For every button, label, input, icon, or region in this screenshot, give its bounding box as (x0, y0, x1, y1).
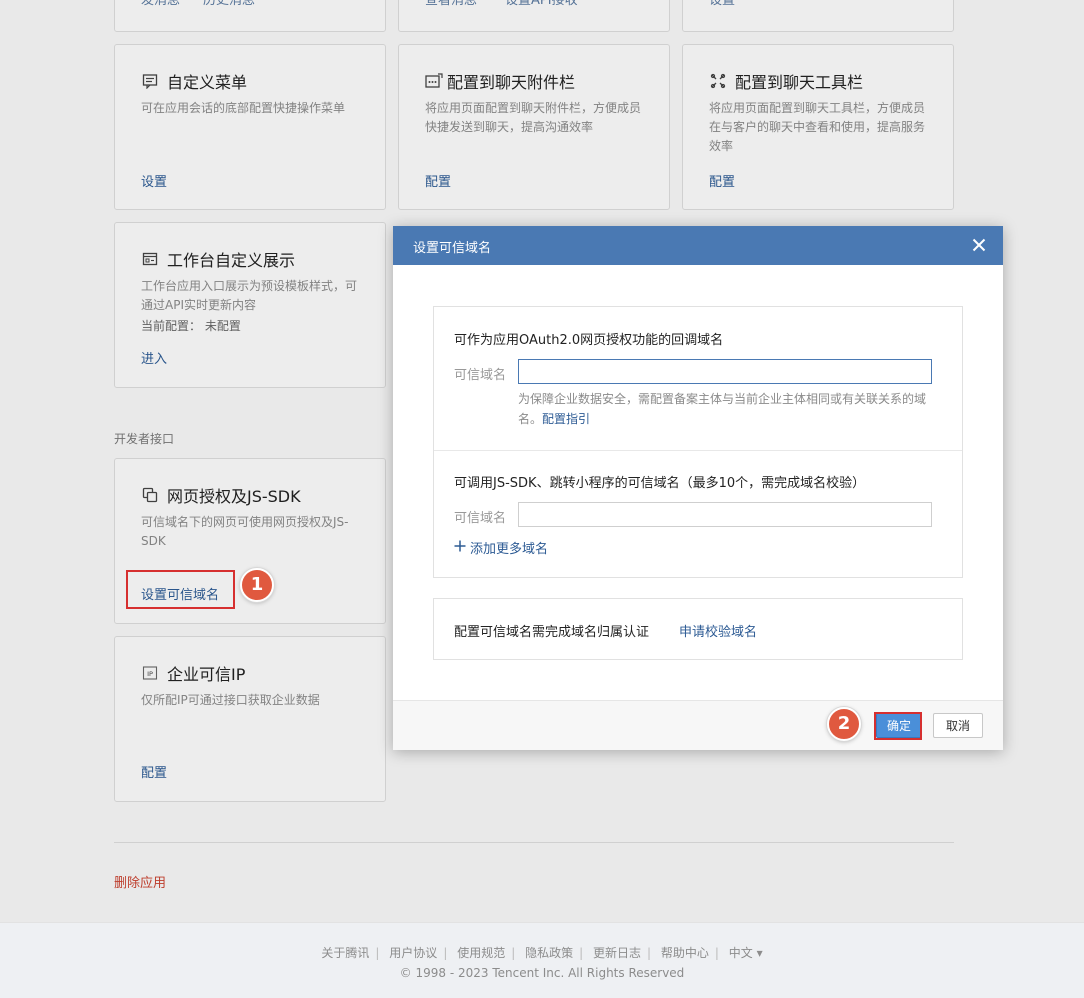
add-more-domain-button[interactable]: 添加更多域名 (454, 538, 548, 557)
domain-verify-panel: 配置可信域名需完成域名归属认证 申请校验域名 (433, 598, 963, 660)
footer-link-help[interactable]: 帮助中心 (661, 946, 709, 960)
annotation-highlight-2 (874, 712, 922, 740)
oauth-domain-label: 可信域名 (454, 368, 507, 383)
annotation-highlight-1 (126, 570, 235, 609)
copyright: © 1998 - 2023 Tencent Inc. All Rights Re… (399, 966, 685, 980)
jssdk-section-title: 可调用JS-SDK、跳转小程序的可信域名（最多10个，需完成域名校验） (454, 476, 866, 491)
trusted-domain-dialog: 设置可信域名 可作为应用OAuth2.0网页授权功能的回调域名 可信域名 为保障… (393, 226, 1003, 750)
footer-sep: | (646, 946, 652, 960)
jssdk-domain-input[interactable] (518, 502, 932, 527)
domain-config-panel: 可作为应用OAuth2.0网页授权功能的回调域名 可信域名 为保障企业数据安全，… (433, 306, 963, 578)
cancel-button[interactable]: 取消 (933, 713, 983, 738)
footer-links: 关于腾讯 | 用户协议 | 使用规范 | 隐私政策 | 更新日志 | 帮助中心 | 中文 ▾ (0, 944, 1084, 961)
language-select[interactable]: 中文 ▾ (729, 946, 763, 960)
footer-link-about[interactable]: 关于腾讯 (321, 946, 369, 960)
apply-verify-domain-link[interactable]: 申请校验域名 (679, 621, 757, 640)
footer-sep: | (579, 946, 584, 960)
footer-sep: | (511, 946, 516, 960)
footer-link-agreement[interactable]: 用户协议 (389, 946, 437, 960)
annotation-badge-2: 2 (827, 707, 861, 741)
dialog-title: 设置可信域名 (413, 241, 492, 256)
plus-icon (454, 540, 466, 556)
add-more-domain-label: 添加更多域名 (470, 542, 549, 557)
oauth-domain-hint: 为保障企业数据安全，需配置备案主体与当前企业主体相同或有关联关系的域名。配置指引 (518, 389, 948, 429)
footer-link-privacy[interactable]: 隐私政策 (525, 946, 573, 960)
jssdk-domain-label: 可信域名 (454, 511, 507, 526)
footer-sep: | (714, 946, 719, 960)
footer-link-changelog[interactable]: 更新日志 (593, 946, 641, 960)
footer-sep: | (375, 946, 380, 960)
annotation-badge-1: 1 (240, 568, 274, 602)
config-guide-link[interactable]: 配置指引 (542, 412, 590, 426)
oauth-section-title: 可作为应用OAuth2.0网页授权功能的回调域名 (454, 333, 724, 348)
domain-verify-text: 配置可信域名需完成域名归属认证 (454, 625, 650, 640)
footer-sep: | (443, 946, 448, 960)
dialog-header: 设置可信域名 (393, 226, 1003, 265)
footer-link-usage[interactable]: 使用规范 (457, 946, 505, 960)
panel-divider (434, 450, 962, 451)
close-icon[interactable] (969, 235, 989, 255)
oauth-domain-input[interactable] (518, 359, 932, 384)
